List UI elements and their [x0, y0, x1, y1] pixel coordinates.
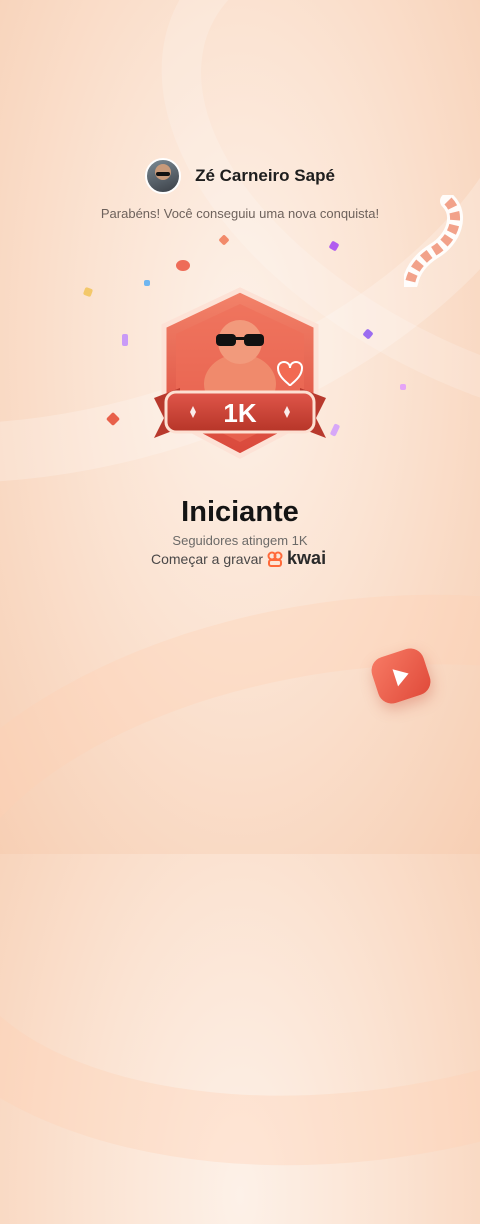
kwai-brand-text: kwai — [287, 548, 327, 568]
start-recording-button[interactable]: Começar a gravar kwai — [151, 548, 326, 569]
confetti-piece — [218, 234, 230, 246]
background-swirl — [0, 535, 480, 1224]
confetti-piece — [176, 260, 190, 271]
confetti-piece — [122, 334, 128, 346]
username: Zé Carneiro Sapé — [195, 166, 335, 185]
confetti-piece — [105, 411, 121, 427]
avatar[interactable] — [145, 158, 182, 194]
start-recording-label: Começar a gravar — [151, 550, 264, 567]
confetti-piece — [400, 384, 406, 390]
user-profile: Zé Carneiro Sapé — [0, 158, 480, 194]
confetti-piece — [362, 328, 374, 340]
congrats-message: Parabéns! Você conseguiu uma nova conqui… — [100, 206, 380, 221]
confetti-piece — [328, 240, 340, 252]
badge-level: 1K — [223, 398, 256, 428]
confetti-piece — [82, 286, 94, 298]
achievement-title: Iniciante — [181, 496, 299, 528]
achievement-description: Seguidores atingem 1K — [172, 533, 308, 548]
achievement-badge: 1K — [154, 287, 326, 459]
kwai-logo-icon — [267, 551, 283, 567]
play-icon — [367, 644, 435, 708]
